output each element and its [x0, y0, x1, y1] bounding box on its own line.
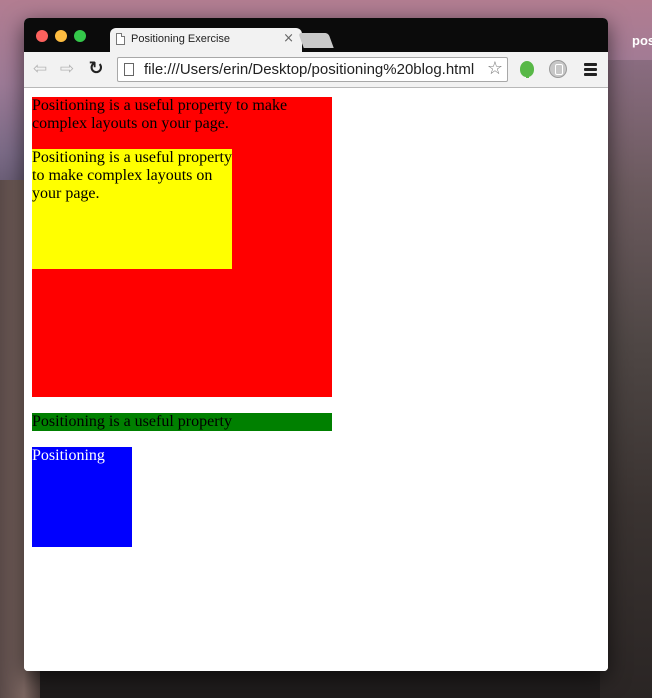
blue-box: Positioning — [32, 447, 132, 547]
red-box: Positioning is a useful property to make… — [32, 97, 332, 397]
yellow-box: Positioning is a useful property to make… — [32, 149, 232, 269]
forward-button[interactable]: ⇨ — [57, 59, 77, 79]
tab-close-icon[interactable]: × — [283, 31, 294, 47]
reload-button[interactable]: ↻ — [86, 59, 106, 79]
page-content: Positioning is a useful property to make… — [24, 88, 608, 671]
browser-toolbar: ⇦ ⇨ ↻ file:///Users/erin/Desktop/positio… — [24, 52, 608, 88]
red-box-text: Positioning is a useful property to make… — [32, 97, 288, 132]
menu-icon[interactable] — [584, 63, 597, 78]
green-box: Positioning is a useful property — [32, 413, 332, 431]
zoom-window-button[interactable] — [74, 30, 86, 42]
page-icon — [116, 33, 125, 45]
desktop-icon-label[interactable]: pos — [632, 33, 652, 48]
green-box-text: Positioning is a useful property — [32, 413, 232, 430]
address-bar[interactable]: file:///Users/erin/Desktop/positioning%2… — [117, 57, 508, 82]
url-text[interactable]: file:///Users/erin/Desktop/positioning%2… — [144, 61, 474, 78]
bookmark-star-icon[interactable]: ☆ — [487, 59, 503, 79]
extension-icon[interactable] — [549, 60, 567, 78]
close-window-button[interactable] — [36, 30, 48, 42]
back-button[interactable]: ⇦ — [30, 59, 50, 79]
new-tab-button[interactable] — [298, 33, 334, 48]
title-bar: Positioning Exercise × — [24, 18, 608, 52]
browser-window: Positioning Exercise × ⇦ ⇨ ↻ file:///Use… — [24, 18, 608, 671]
tab-title: Positioning Exercise — [131, 33, 231, 45]
page-icon — [124, 63, 134, 76]
evernote-extension-icon[interactable] — [520, 61, 534, 78]
tab-positioning-exercise[interactable]: Positioning Exercise × — [110, 28, 302, 52]
minimize-window-button[interactable] — [55, 30, 67, 42]
blue-box-text: Positioning — [32, 447, 105, 464]
yellow-box-text: Positioning is a useful property to make… — [32, 149, 232, 202]
